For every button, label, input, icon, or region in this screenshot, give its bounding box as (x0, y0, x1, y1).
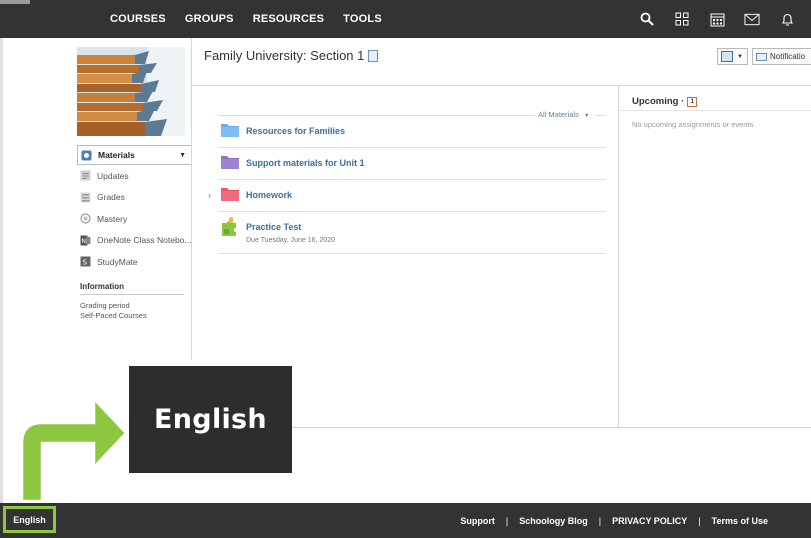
top-navigation-bar: COURSES GROUPS RESOURCES TOOLS (0, 0, 811, 38)
grading-period: Grading period Self-Paced Courses (80, 301, 147, 321)
notifications-button[interactable]: Notificatio (752, 48, 811, 65)
sidebar-item-label: OneNote Class Notebo... (97, 235, 192, 246)
content-bottom-divider (292, 427, 811, 428)
footer-link-terms[interactable]: Terms of Use (712, 516, 768, 526)
green-arrow-icon (20, 395, 128, 503)
list-item[interactable]: Resources for Families (218, 116, 606, 148)
svg-text:N: N (82, 238, 87, 245)
sidebar-item-materials[interactable]: Materials ▼ (77, 145, 192, 165)
upcoming-heading: Upcoming · 1 (632, 96, 698, 107)
material-title[interactable]: Support materials for Unit 1 (246, 158, 365, 168)
sidebar-item-studymate[interactable]: S StudyMate (77, 251, 192, 273)
sidebar-item-label: Materials (98, 150, 135, 160)
course-title: Family University: Section 1 (204, 48, 365, 63)
notifications-label: Notificatio (770, 52, 806, 61)
footer-separator: | (598, 515, 602, 526)
left-edge-strip (0, 38, 3, 503)
nav-groups[interactable]: GROUPS (185, 13, 234, 25)
course-image (77, 47, 185, 136)
due-date: Due Tuesday, June 16, 2020 (246, 237, 335, 244)
materials-icon (81, 150, 92, 161)
mastery-icon (80, 213, 91, 224)
grading-period-value: Self-Paced Courses (80, 311, 147, 320)
mail-icon[interactable] (744, 11, 760, 27)
footer-separator: | (698, 515, 701, 526)
upcoming-title: Upcoming · (632, 96, 685, 107)
course-book-icon (368, 49, 379, 62)
language-callout: English (129, 366, 292, 473)
sidebar-item-onenote[interactable]: N OneNote Class Notebo... (77, 230, 192, 252)
search-icon[interactable] (639, 11, 655, 27)
chevron-down-icon[interactable]: ▼ (179, 152, 186, 159)
assessment-puzzle-icon (220, 217, 240, 236)
logo-fragment (0, 0, 30, 4)
studymate-icon: S (80, 256, 91, 267)
list-item[interactable]: Practice Test Due Tuesday, June 16, 2020 (218, 212, 606, 254)
material-title[interactable]: Resources for Families (246, 126, 345, 136)
material-title[interactable]: Practice Test (246, 222, 301, 232)
updates-icon (80, 170, 91, 181)
svg-text:S: S (83, 259, 88, 267)
envelope-icon (756, 52, 767, 61)
book-icon (721, 51, 733, 62)
nav-resources[interactable]: RESOURCES (253, 13, 324, 25)
header-icons (620, 0, 795, 38)
information-heading: Information (80, 282, 184, 295)
calendar-icon[interactable] (709, 11, 725, 27)
view-options-button[interactable]: ▼ (717, 48, 748, 65)
footer-link-privacy[interactable]: PRIVACY POLICY (612, 516, 687, 526)
sidebar-item-label: Mastery (97, 213, 128, 224)
sidebar-item-label: StudyMate (97, 256, 138, 267)
sidebar-item-label: Grades (97, 192, 125, 203)
footer-separator: | (505, 515, 509, 526)
sidebar-item-grades[interactable]: Grades (77, 187, 192, 209)
upcoming-divider (618, 85, 619, 428)
folder-purple-icon (220, 154, 240, 170)
nav-courses[interactable]: COURSES (110, 13, 166, 25)
language-callout-text: English (154, 404, 267, 435)
folder-red-icon (220, 186, 240, 202)
expand-arrow-icon[interactable]: › (208, 190, 211, 200)
material-title[interactable]: Homework (246, 190, 292, 200)
footer-links: Support | Schoology Blog | PRIVACY POLIC… (460, 503, 768, 538)
onenote-icon: N (80, 235, 91, 246)
sidebar-item-mastery[interactable]: Mastery (77, 208, 192, 230)
language-selector-button[interactable]: English (3, 506, 56, 533)
upcoming-title-divider (618, 110, 811, 111)
list-item[interactable]: Support materials for Unit 1 (218, 148, 606, 180)
grading-period-label: Grading period (80, 301, 130, 310)
sidebar-item-label: Updates (97, 170, 129, 181)
upcoming-empty-message: No upcoming assignments or events (632, 120, 754, 129)
calendar-icon[interactable]: 1 (687, 96, 698, 107)
folder-blue-icon (220, 122, 240, 138)
left-divider (191, 38, 192, 360)
notifications-bell-icon[interactable] (779, 11, 795, 27)
grades-icon (80, 192, 91, 203)
footer-link-blog[interactable]: Schoology Blog (519, 516, 588, 526)
page-title: Family University: Section 1 (204, 48, 379, 63)
nav-tools[interactable]: TOOLS (343, 13, 382, 25)
list-item[interactable]: Homework (218, 180, 606, 212)
footer-link-support[interactable]: Support (460, 516, 495, 526)
course-left-menu: Materials ▼ Updates Grades Mastery N One… (77, 145, 192, 273)
sidebar-item-updates[interactable]: Updates (77, 165, 192, 187)
chevron-down-icon: ▼ (737, 53, 743, 60)
apps-grid-icon[interactable] (674, 11, 690, 27)
header-divider (192, 85, 811, 86)
main-nav: COURSES GROUPS RESOURCES TOOLS (110, 0, 401, 38)
